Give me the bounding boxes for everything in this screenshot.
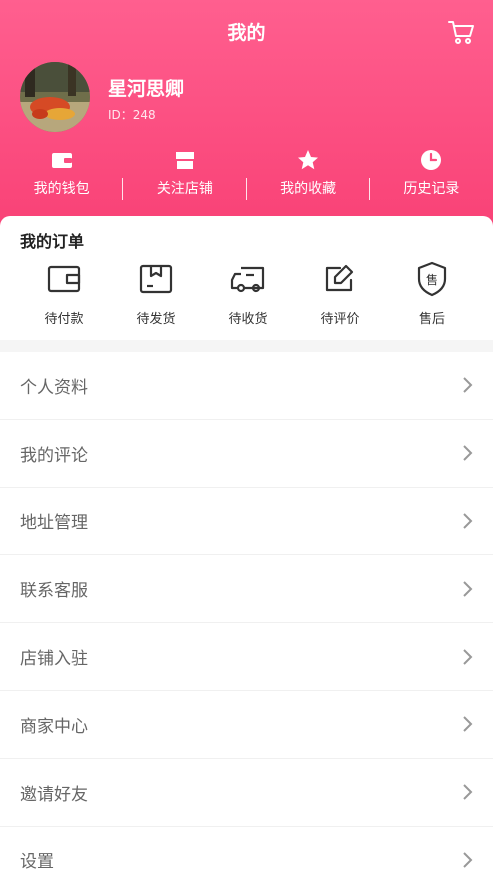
menu-item-merchant-center[interactable]: 商家中心	[0, 691, 493, 759]
quick-link-label: 我的钱包	[33, 181, 90, 197]
wallet-outline-icon	[47, 265, 81, 293]
order-label: 待发货	[136, 312, 176, 327]
quick-link-wallet[interactable]: 我的钱包	[0, 148, 124, 208]
package-icon	[139, 264, 173, 294]
chevron-right-icon	[463, 581, 473, 597]
order-pending-shipment[interactable]: 待发货	[110, 260, 202, 327]
edit-icon	[325, 264, 354, 292]
menu-item-label: 邀请好友	[20, 784, 88, 805]
order-pending-receipt[interactable]: 待收货	[202, 260, 294, 327]
menu-item-invite-friends[interactable]: 邀请好友	[0, 759, 493, 827]
username: 星河思卿	[108, 78, 185, 100]
order-label: 售后	[418, 312, 445, 327]
quick-link-history[interactable]: 历史记录	[370, 148, 493, 208]
order-status-row: 待付款 待发货 待收货 待评价 售 售后	[0, 260, 493, 327]
menu-item-profile[interactable]: 个人资料	[0, 352, 493, 420]
menu-item-label: 联系客服	[20, 581, 88, 602]
quick-link-favorites[interactable]: 我的收藏	[247, 148, 370, 208]
menu-item-store-join[interactable]: 店铺入驻	[0, 623, 493, 691]
order-label: 待评价	[320, 312, 360, 327]
menu-item-label: 我的评论	[20, 445, 88, 466]
chevron-right-icon	[463, 513, 473, 529]
after-sales-shield-icon: 售	[417, 261, 447, 297]
svg-text:售: 售	[426, 272, 438, 287]
quick-link-label: 历史记录	[403, 181, 460, 197]
quick-link-store[interactable]: 关注店铺	[123, 148, 247, 208]
page-title: 我的	[227, 22, 266, 44]
menu-item-label: 个人资料	[20, 377, 88, 398]
order-after-sales[interactable]: 售 售后	[386, 260, 478, 327]
order-pending-payment[interactable]: 待付款	[18, 260, 110, 327]
chevron-right-icon	[463, 445, 473, 461]
wallet-icon	[51, 153, 72, 168]
menu-item-label: 设置	[20, 852, 54, 873]
chevron-right-icon	[463, 648, 473, 665]
profile-header: 我的 星河思卿 ID：248 我的钱包 关注店铺 我的收藏 历史记录	[0, 0, 493, 250]
chevron-right-icon	[463, 784, 473, 800]
menu-item-label: 商家中心	[20, 716, 88, 737]
menu-item-label: 地址管理	[20, 513, 88, 534]
cart-icon[interactable]	[447, 18, 475, 46]
orders-title: 我的订单	[20, 232, 85, 251]
store-icon	[175, 152, 194, 169]
avatar[interactable]	[20, 62, 90, 132]
chevron-right-icon	[463, 716, 473, 733]
quick-link-label: 我的收藏	[280, 181, 337, 197]
order-label: 待收货	[228, 312, 268, 327]
star-icon	[298, 150, 319, 170]
menu-item-label: 店铺入驻	[20, 649, 88, 670]
menu-item-customer-service[interactable]: 联系客服	[0, 555, 493, 624]
truck-icon	[230, 266, 265, 293]
quick-links: 我的钱包 关注店铺 我的收藏 历史记录	[0, 148, 493, 208]
chevron-right-icon	[463, 852, 473, 868]
orders-card: 我的订单 待付款 待发货 待收货 待评价 售 售后	[0, 216, 493, 340]
order-label: 待付款	[44, 312, 84, 327]
settings-menu: 个人资料 我的评论 地址管理 联系客服 店铺入驻 商家中心 邀请好友 设置	[0, 352, 493, 879]
user-id: ID：248	[108, 108, 156, 122]
quick-link-label: 关注店铺	[156, 181, 213, 197]
order-pending-review[interactable]: 待评价	[294, 260, 386, 327]
menu-item-my-comments[interactable]: 我的评论	[0, 420, 493, 488]
menu-item-settings[interactable]: 设置	[0, 827, 493, 879]
clock-icon	[421, 150, 442, 170]
menu-item-address[interactable]: 地址管理	[0, 488, 493, 556]
chevron-right-icon	[463, 377, 473, 394]
